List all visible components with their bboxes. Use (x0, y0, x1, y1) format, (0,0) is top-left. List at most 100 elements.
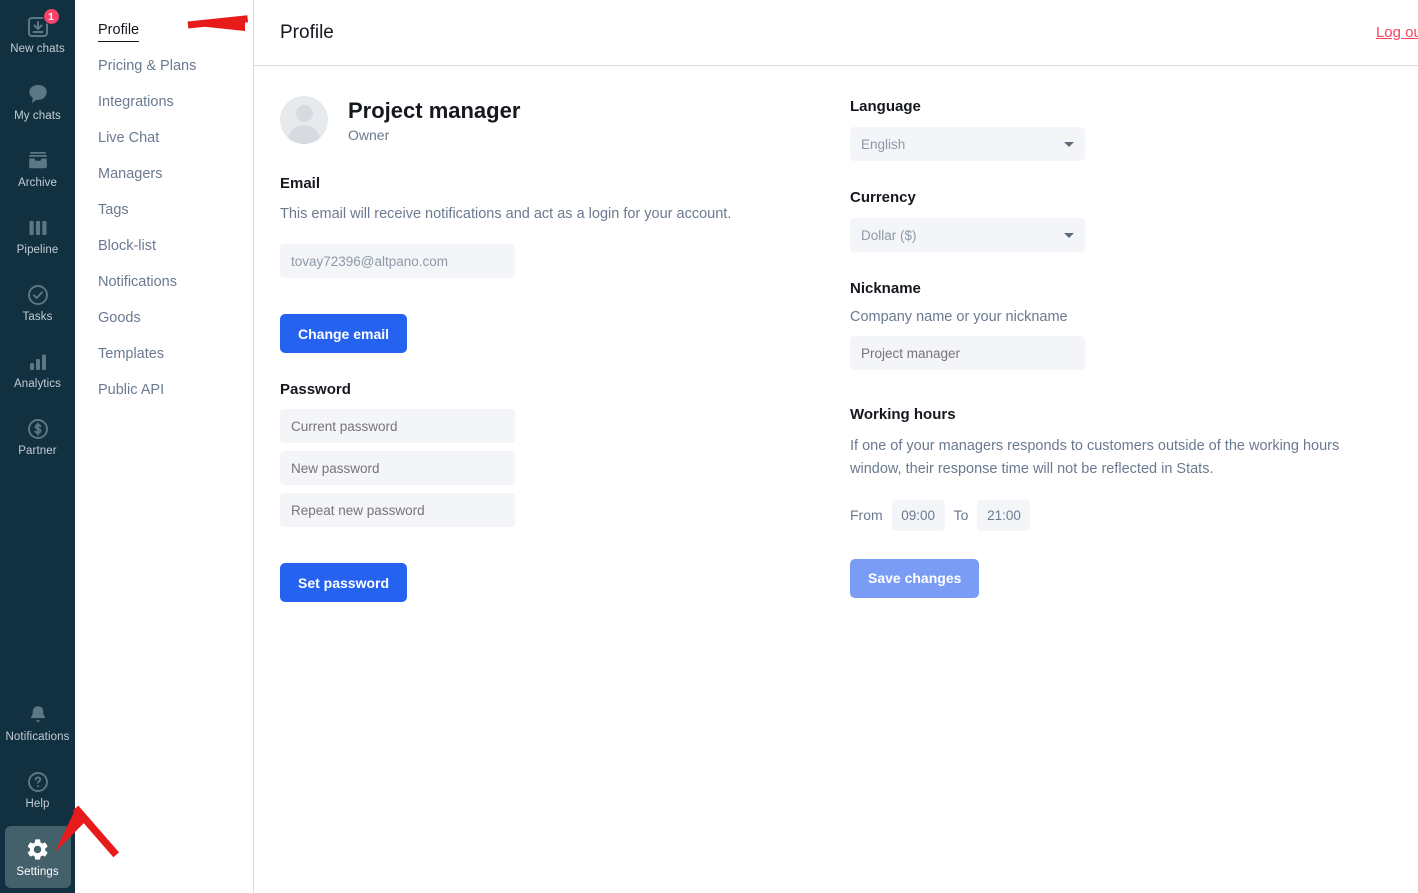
submenu-item-goods[interactable]: Goods (75, 300, 253, 336)
working-hours-section: Working hours If one of your managers re… (850, 406, 1418, 531)
page-title: Profile (280, 21, 334, 43)
submenu-label-integrations: Integrations (98, 94, 174, 110)
email-section-title: Email (280, 175, 321, 192)
submenu-label-notifications: Notifications (98, 274, 177, 290)
sidebar-item-pipeline[interactable]: Pipeline (5, 205, 71, 267)
submenu-item-templates[interactable]: Templates (75, 336, 253, 372)
password-section: Password Set password (280, 381, 850, 603)
question-circle-icon (26, 770, 50, 794)
nickname-section: Nickname Company name or your nickname (850, 280, 1418, 370)
avatar (280, 96, 328, 144)
sidebar-item-tasks[interactable]: Tasks (5, 272, 71, 334)
logout-link[interactable]: Log out (1376, 24, 1418, 41)
save-changes-button[interactable]: Save changes (850, 558, 980, 598)
profile-identity: Project manager Owner (348, 97, 520, 144)
working-hours-from-label: From (850, 507, 883, 524)
primary-sidebar: 1 New chats My chats Archive Pipeline Ta… (0, 0, 75, 893)
submenu-label-managers: Managers (98, 166, 163, 182)
profile-role: Owner (348, 127, 390, 144)
profile-name: Project manager (348, 97, 521, 123)
currency-section: Currency Dollar ($) (850, 189, 1418, 252)
main-content: Profile Log out Project manager Owner Em… (254, 0, 1418, 893)
check-circle-icon (26, 283, 50, 307)
sidebar-label-archive: Archive (17, 177, 58, 189)
profile-header: Project manager Owner (280, 96, 850, 144)
gear-icon (25, 837, 50, 862)
nickname-description: Company name or your nickname (850, 309, 1068, 325)
repeat-password-input[interactable] (280, 493, 515, 528)
sidebar-label-pipeline: Pipeline (16, 244, 59, 256)
submenu-item-public-api[interactable]: Public API (75, 372, 253, 408)
working-hours-to-input[interactable]: 21:00 (977, 499, 1031, 531)
submenu-item-pricing-plans[interactable]: Pricing & Plans (75, 48, 253, 84)
sidebar-label-new-chats: New chats (10, 43, 65, 55)
nickname-label: Nickname (850, 280, 921, 297)
sidebar-label-tasks: Tasks (22, 311, 53, 323)
submenu-label-live-chat: Live Chat (98, 130, 160, 146)
language-select[interactable]: English (850, 127, 1085, 161)
language-section: Language English (850, 98, 1418, 161)
submenu-item-profile[interactable]: Profile (75, 12, 253, 48)
sidebar-item-new-chats[interactable]: 1 New chats (5, 4, 71, 66)
bell-icon (26, 703, 50, 727)
currency-selected-value: Dollar ($) (861, 227, 917, 243)
email-section-description: This email will receive notifications an… (280, 206, 732, 222)
working-hours-description: If one of your managers responds to cust… (850, 438, 1340, 478)
sidebar-item-help[interactable]: Help (5, 759, 71, 821)
sidebar-label-my-chats: My chats (14, 110, 61, 122)
submenu-label-pricing-plans: Pricing & Plans (98, 58, 197, 74)
bar-chart-icon (26, 350, 50, 374)
topbar: Profile Log out (254, 0, 1418, 66)
password-section-title: Password (280, 381, 351, 399)
left-column: Project manager Owner Email This email w… (280, 96, 850, 603)
change-email-button[interactable]: Change email (280, 314, 408, 354)
sidebar-item-partner[interactable]: Partner (5, 406, 71, 468)
chevron-down-icon (1064, 232, 1074, 238)
sidebar-label-analytics: Analytics (14, 378, 61, 390)
language-label: Language (850, 98, 921, 115)
submenu-label-profile: Profile (98, 22, 140, 42)
sidebar-label-help: Help (25, 798, 50, 810)
sidebar-label-settings: Settings (16, 865, 59, 878)
submenu-item-integrations[interactable]: Integrations (75, 84, 253, 120)
email-input[interactable] (280, 244, 515, 279)
archive-box-icon (26, 149, 50, 173)
currency-label: Currency (850, 189, 916, 206)
set-password-button[interactable]: Set password (280, 563, 408, 603)
content-columns: Project manager Owner Email This email w… (254, 66, 1418, 603)
app-root: 1 New chats My chats Archive Pipeline Ta… (0, 0, 1418, 893)
sidebar-item-notifications[interactable]: Notifications (5, 692, 71, 754)
working-hours-row: From 09:00 To 21:00 (850, 499, 1418, 531)
sidebar-label-partner: Partner (18, 445, 57, 457)
submenu-item-notifications[interactable]: Notifications (75, 264, 253, 300)
sidebar-item-archive[interactable]: Archive (5, 138, 71, 200)
columns-icon (26, 216, 50, 240)
submenu-label-tags: Tags (98, 202, 129, 218)
submenu-item-block-list[interactable]: Block-list (75, 228, 253, 264)
current-password-input[interactable] (280, 409, 515, 444)
submenu-label-public-api: Public API (98, 382, 165, 398)
working-hours-to-label: To (953, 507, 969, 524)
dollar-circle-icon (26, 417, 50, 441)
currency-select[interactable]: Dollar ($) (850, 218, 1085, 252)
submenu-item-live-chat[interactable]: Live Chat (75, 120, 253, 156)
submenu-label-templates: Templates (98, 346, 165, 362)
submenu-label-block-list: Block-list (98, 238, 157, 254)
sidebar-item-my-chats[interactable]: My chats (5, 71, 71, 133)
sidebar-item-analytics[interactable]: Analytics (5, 339, 71, 401)
nickname-input[interactable] (850, 336, 1085, 370)
submenu-item-tags[interactable]: Tags (75, 192, 253, 228)
new-password-input[interactable] (280, 451, 515, 486)
chat-bubble-icon (26, 82, 50, 106)
working-hours-from-input[interactable]: 09:00 (891, 499, 945, 531)
email-section: Email This email will receive notificati… (280, 175, 850, 354)
sidebar-item-settings[interactable]: Settings (4, 826, 71, 888)
sidebar-label-notifications: Notifications (5, 731, 70, 743)
submenu-item-managers[interactable]: Managers (75, 156, 253, 192)
